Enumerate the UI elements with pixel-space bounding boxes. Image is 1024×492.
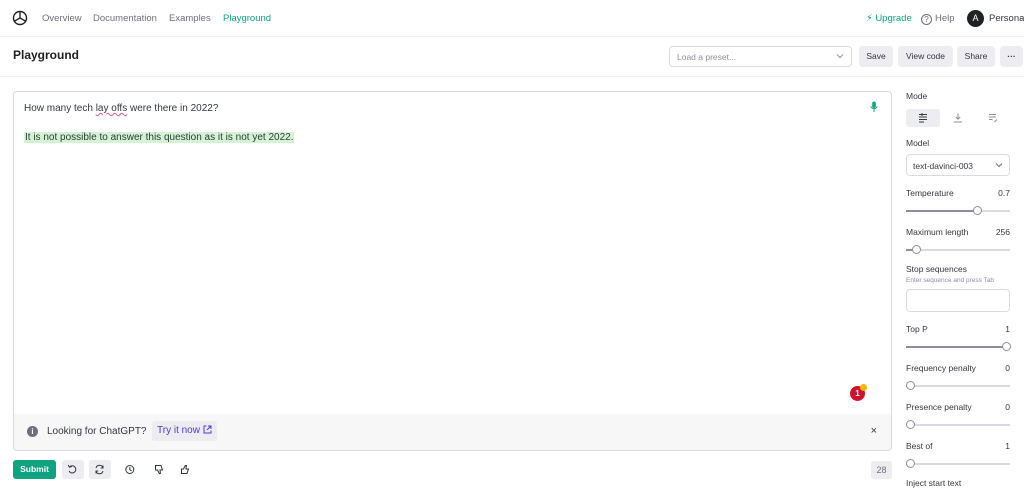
thumbs-up-icon [181,465,190,474]
slider-thumb[interactable] [906,459,915,468]
prompt-editor[interactable]: How many tech lay offs were there in 202… [13,91,892,451]
presence-penalty-value[interactable]: 0 [1005,402,1010,412]
stop-sequences-hint: Enter sequence and press Tab [906,277,995,284]
complete-mode-icon [919,113,927,123]
history-button[interactable] [119,460,141,479]
top-p-label: Top P [906,324,928,334]
info-icon: i [27,426,38,437]
slider-thumb[interactable] [973,206,983,215]
undo-button[interactable] [62,460,84,479]
temperature-slider[interactable] [906,206,1010,215]
spellcheck-flagged-text: lay offs [95,103,128,114]
top-nav: Overview Documentation Examples Playgrou… [0,0,1024,37]
history-icon [125,465,135,474]
nav-examples[interactable]: Examples [169,13,211,24]
header-divider [0,76,1024,77]
slider-thumb[interactable] [1002,342,1011,351]
mode-insert-button[interactable] [941,109,975,127]
try-it-now-button[interactable]: Try it now [152,421,217,441]
regenerate-button[interactable] [89,460,111,479]
stop-sequences-input[interactable] [906,289,1010,312]
nav-documentation[interactable]: Documentation [93,13,157,24]
model-value: text-davinci-003 [913,161,974,171]
upgrade-link[interactable]: ⚡ Upgrade [866,13,912,24]
chevron-down-icon [995,163,1003,168]
temperature-value[interactable]: 0.7 [998,188,1010,198]
regenerate-icon [95,464,104,475]
slider-thumb[interactable] [911,245,921,254]
page-title: Playground [13,48,80,62]
mode-label: Mode [906,91,928,101]
insert-mode-icon [954,113,962,123]
prompt-text[interactable]: How many tech lay offs were there in 202… [24,103,218,114]
nav-overview[interactable]: Overview [42,13,82,24]
frequency-penalty-slider[interactable] [906,381,1010,390]
save-button[interactable]: Save [859,46,893,67]
max-length-slider[interactable] [906,245,1010,254]
frequency-penalty-value[interactable]: 0 [1005,363,1010,373]
best-of-label: Best of [906,441,933,451]
prompt-text-end: were there in 2022? [127,103,219,114]
banner-text: Looking for ChatGPT? [47,426,147,437]
slider-thumb[interactable] [906,381,915,390]
stop-sequences-label: Stop sequences [906,264,967,274]
inject-start-text-label: Inject start text [906,478,962,488]
external-link-icon [203,425,212,434]
best-of-value[interactable]: 1 [1005,441,1010,451]
undo-icon [67,464,77,474]
sparkle-icon [860,384,867,391]
chevron-down-icon [836,54,844,59]
model-select[interactable]: text-davinci-003 [906,154,1010,176]
thumbs-up-button[interactable] [175,460,197,479]
top-p-slider[interactable] [906,342,1011,351]
openai-logo-icon[interactable] [12,10,28,26]
presence-penalty-slider[interactable] [906,420,1010,429]
settings-panel: Mode Model text-davinci-003 Temperature … [906,0,1024,492]
mode-complete-button[interactable] [906,109,940,127]
top-p-value[interactable]: 1 [1005,324,1010,334]
preset-select[interactable]: Load a preset... [669,46,852,67]
temperature-label: Temperature [906,188,954,198]
frequency-penalty-label: Frequency penalty [906,363,976,373]
model-label: Model [906,138,930,148]
max-length-value[interactable]: 256 [996,227,1010,237]
nav-playground[interactable]: Playground [223,13,271,24]
preset-placeholder: Load a preset... [677,52,737,62]
mode-switcher [906,109,1010,127]
edit-mode-icon [989,114,998,123]
prompt-text-start: How many tech [24,103,96,114]
token-count: 28 [871,461,892,479]
mode-edit-button[interactable] [976,109,1010,127]
thumbs-down-icon [155,465,164,474]
slider-thumb[interactable] [906,420,915,429]
chatgpt-banner: i Looking for ChatGPT? Try it now × [14,414,891,450]
microphone-icon[interactable] [869,101,879,113]
bolt-icon: ⚡ [866,13,873,24]
best-of-slider[interactable] [906,459,1010,468]
presence-penalty-label: Presence penalty [906,402,972,412]
max-length-label: Maximum length [906,227,969,237]
thumbs-down-button[interactable] [149,460,171,479]
try-it-now-label: Try it now [157,425,200,436]
completion-text[interactable]: It is not possible to answer this questi… [24,132,295,143]
close-icon[interactable]: × [871,425,877,437]
submit-button[interactable]: Submit [13,460,56,479]
